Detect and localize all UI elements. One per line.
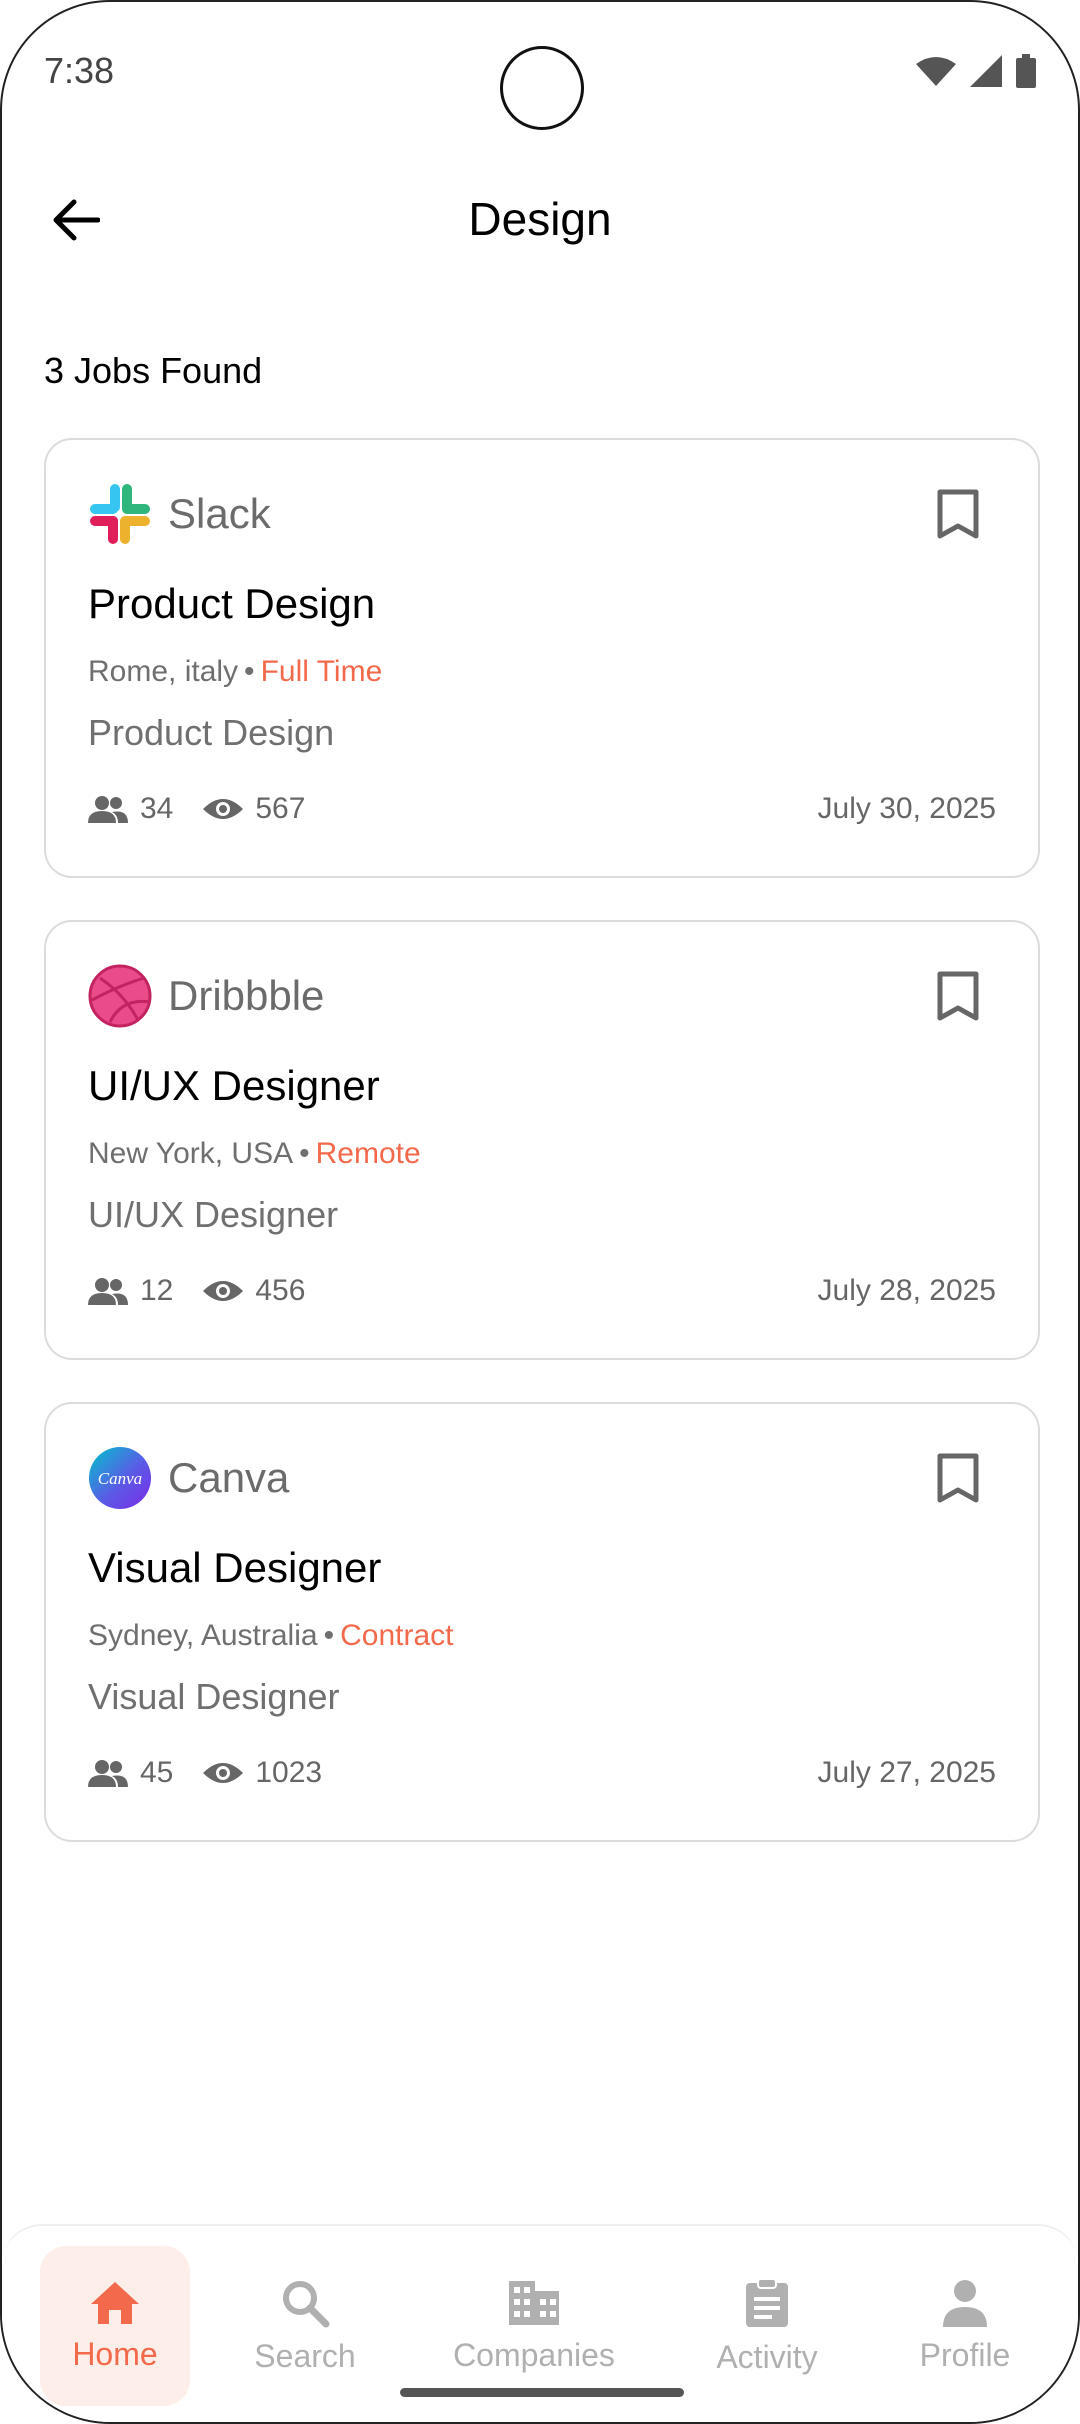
home-indicator xyxy=(400,2388,684,2397)
separator-dot: • xyxy=(244,655,255,688)
signal-icon xyxy=(970,55,1002,87)
views-count: 1023 xyxy=(255,1756,323,1789)
separator-dot: • xyxy=(323,1619,335,1652)
bookmark-button[interactable] xyxy=(936,970,986,1026)
nav-label: Home xyxy=(72,2335,158,2372)
bookmark-button[interactable] xyxy=(936,488,986,544)
job-stats: 12 456 xyxy=(88,1274,335,1308)
nav-label: Profile xyxy=(919,2336,1011,2373)
job-subtitle: Visual Designer xyxy=(88,1676,340,1717)
separator-dot: • xyxy=(299,1137,310,1170)
bookmark-icon xyxy=(937,489,979,539)
results-count: 3 Jobs Found xyxy=(44,350,263,391)
nav-item-home[interactable]: Home xyxy=(40,2246,190,2406)
applicants-stat: 12 xyxy=(88,1274,173,1308)
job-stats: 45 1023 xyxy=(88,1756,352,1790)
views-stat: 567 xyxy=(203,792,305,826)
applicants-count: 45 xyxy=(140,1756,174,1789)
job-date: July 28, 2025 xyxy=(817,1274,996,1307)
home-icon xyxy=(91,2281,139,2324)
job-date: July 30, 2025 xyxy=(817,792,996,825)
applicants-stat: 34 xyxy=(88,792,173,826)
status-time: 7:38 xyxy=(44,50,115,91)
job-subtitle: Product Design xyxy=(88,712,335,753)
slack-logo-icon xyxy=(88,482,152,546)
search-icon xyxy=(283,2280,330,2327)
job-title: UI/UX Designer xyxy=(88,1062,380,1109)
job-location: New York, USA xyxy=(88,1137,294,1170)
company-row: Dribbble xyxy=(88,964,324,1028)
dribbble-logo-icon xyxy=(88,964,152,1028)
clipboard-icon xyxy=(746,2277,788,2327)
nav-item-search[interactable]: Search xyxy=(230,2246,380,2406)
nav-item-activity[interactable]: Activity xyxy=(692,2246,842,2406)
views-stat: 456 xyxy=(203,1274,305,1308)
status-bar: 7:38 xyxy=(2,2,1078,142)
job-title: Product Design xyxy=(88,580,376,627)
views-count: 456 xyxy=(255,1274,306,1307)
people-icon xyxy=(88,1760,128,1787)
job-location: Rome, italy xyxy=(88,655,239,688)
building-icon xyxy=(509,2280,559,2325)
nav-item-companies[interactable]: Companies xyxy=(434,2246,634,2406)
battery-icon xyxy=(1016,54,1036,88)
job-type: Contract xyxy=(340,1619,454,1652)
job-date: July 27, 2025 xyxy=(817,1756,996,1789)
company-name: Dribbble xyxy=(168,972,325,1019)
company-row: Canva Canva xyxy=(88,1446,289,1510)
views-count: 567 xyxy=(255,792,306,825)
company-name: Slack xyxy=(168,490,271,537)
views-stat: 1023 xyxy=(203,1756,322,1790)
job-type: Remote xyxy=(315,1137,421,1170)
wifi-icon xyxy=(916,57,956,86)
phone-screen: 7:38 Design 3 Jobs Found Slack Product D… xyxy=(0,0,1080,2424)
job-subtitle: UI/UX Designer xyxy=(88,1194,339,1235)
eye-icon xyxy=(203,799,244,819)
job-location: Sydney, Australia xyxy=(88,1619,318,1652)
nav-label: Activity xyxy=(716,2338,818,2375)
bookmark-icon xyxy=(937,1453,979,1503)
applicants-stat: 45 xyxy=(88,1756,173,1790)
job-meta: Sydney, Australia • Contract xyxy=(88,1619,453,1653)
nav-label: Companies xyxy=(453,2336,615,2373)
canva-logo-text: Canva xyxy=(98,1469,142,1488)
bookmark-icon xyxy=(937,971,979,1021)
people-icon xyxy=(88,1278,128,1305)
bookmark-button[interactable] xyxy=(936,1452,986,1508)
job-meta: New York, USA • Remote xyxy=(88,1137,421,1171)
company-row: Slack xyxy=(88,482,271,546)
company-name: Canva xyxy=(168,1454,290,1501)
eye-icon xyxy=(203,1763,244,1783)
applicants-count: 12 xyxy=(140,1274,174,1307)
eye-icon xyxy=(203,1281,244,1301)
nav-item-profile[interactable]: Profile xyxy=(890,2246,1040,2406)
job-card[interactable]: Canva Canva Visual Designer Sydney, Aust… xyxy=(44,1402,1040,1842)
job-card[interactable]: Dribbble UI/UX Designer New York, USA • Re… xyxy=(44,920,1040,1360)
nav-label: Search xyxy=(254,2337,356,2374)
applicants-count: 34 xyxy=(140,792,174,825)
job-title: Visual Designer xyxy=(88,1544,382,1591)
job-meta: Rome, italy • Full Time xyxy=(88,655,382,689)
canva-logo-icon: Canva xyxy=(88,1446,152,1510)
status-icons xyxy=(916,54,1036,88)
app-bar: Design xyxy=(2,172,1078,262)
camera-cutout xyxy=(500,46,584,130)
people-icon xyxy=(88,796,128,823)
page-title: Design xyxy=(468,193,612,245)
job-type: Full Time xyxy=(260,655,383,688)
job-card[interactable]: Slack Product Design Rome, italy • Full Ti… xyxy=(44,438,1040,878)
person-icon xyxy=(943,2279,987,2327)
job-list: Slack Product Design Rome, italy • Full Ti… xyxy=(44,438,1040,1884)
job-stats: 34 567 xyxy=(88,792,335,826)
